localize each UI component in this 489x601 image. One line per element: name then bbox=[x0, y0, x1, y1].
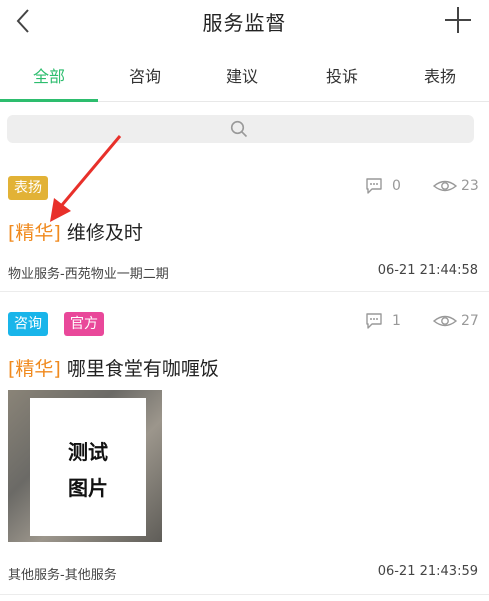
view-count: 27 bbox=[432, 311, 482, 331]
post-card[interactable]: 咨询 官方 1 27 [精华] 哪里食堂有咖喱饭 测试 图片 其他服务-其他服务… bbox=[0, 292, 489, 595]
post-title[interactable]: [精华] 哪里食堂有咖喱饭 bbox=[8, 354, 219, 381]
comment-bubble-icon bbox=[366, 313, 382, 329]
category-badge-consult: 咨询 bbox=[8, 312, 48, 336]
image-text-line: 图片 bbox=[68, 476, 108, 500]
navigation-bar: 服务监督 bbox=[0, 0, 489, 46]
post-title-text: 哪里食堂有咖喱饭 bbox=[66, 358, 219, 380]
tab-praise[interactable]: 表扬 bbox=[391, 52, 489, 102]
tab-consult[interactable]: 咨询 bbox=[96, 52, 194, 102]
tab-suggestion[interactable]: 建议 bbox=[193, 52, 291, 102]
featured-tag: [精华] bbox=[8, 358, 61, 380]
comment-count: 1 bbox=[364, 311, 404, 331]
page-title: 服务监督 bbox=[202, 11, 287, 35]
post-image[interactable]: 测试 图片 bbox=[8, 390, 162, 542]
post-title-text: 维修及时 bbox=[66, 222, 143, 244]
view-count: 23 bbox=[432, 176, 482, 196]
comment-bubble-icon bbox=[366, 178, 382, 194]
post-title[interactable]: [精华] 维修及时 bbox=[8, 218, 143, 245]
active-tab-indicator bbox=[0, 99, 98, 102]
featured-tag: [精华] bbox=[8, 222, 61, 244]
eye-icon bbox=[432, 315, 458, 327]
official-badge: 官方 bbox=[64, 312, 104, 336]
image-text-line: 测试 bbox=[68, 440, 108, 464]
tab-all[interactable]: 全部 bbox=[0, 52, 98, 102]
post-category: 物业服务-西苑物业一期二期 bbox=[8, 267, 169, 282]
search-bar[interactable] bbox=[7, 115, 474, 143]
divider bbox=[0, 594, 489, 595]
search-icon bbox=[230, 120, 248, 138]
category-tabs: 全部 咨询 建议 投诉 表扬 bbox=[0, 52, 489, 102]
plus-icon[interactable] bbox=[442, 4, 474, 36]
image-overlay-card: 测试 图片 bbox=[30, 398, 146, 536]
post-time: 06-21 21:44:58 bbox=[377, 263, 478, 278]
post-card[interactable]: 表扬 0 23 [精华] 维修及时 物业服务-西苑物业一期二期 06-21 21… bbox=[0, 160, 489, 290]
post-category: 其他服务-其他服务 bbox=[8, 568, 117, 583]
tab-complaint[interactable]: 投诉 bbox=[293, 52, 391, 102]
eye-icon bbox=[432, 180, 458, 192]
category-badge-praise: 表扬 bbox=[8, 176, 48, 200]
post-time: 06-21 21:43:59 bbox=[377, 564, 478, 579]
comment-count: 0 bbox=[364, 176, 404, 196]
